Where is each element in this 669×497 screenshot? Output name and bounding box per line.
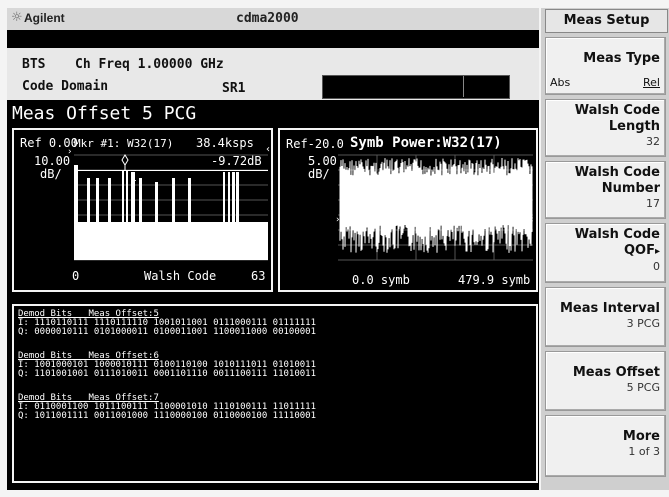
demod-q-bits: Q: 0000010111 0101000011 0100011001 1100… xyxy=(18,327,317,337)
meas-interval-value: 3 PCG xyxy=(626,317,660,330)
demod-block-6: Demod Bits Meas Offset:6 I: 1001000101 1… xyxy=(18,352,316,379)
walsh-number-value: 17 xyxy=(646,197,660,210)
left-scale: 10.00 xyxy=(34,154,71,168)
meas-type-label: Meas Type xyxy=(583,51,660,66)
meas-offset-value: 5 PCG xyxy=(626,381,660,394)
walsh-length-label1: Walsh Code xyxy=(574,103,660,118)
more-value: 1 of 3 xyxy=(628,445,660,458)
sun-icon: ☼ xyxy=(11,10,23,25)
svg-text:›: › xyxy=(336,215,340,225)
walsh-code-qof-softkey[interactable]: Walsh Code QOF▸ 0 xyxy=(545,223,666,283)
meas-interval-label: Meas Interval xyxy=(559,301,660,316)
x-axis-label: Walsh Code xyxy=(144,269,217,283)
walsh-length-value: 32 xyxy=(646,135,660,148)
marker-value: -9.72dB xyxy=(211,154,262,168)
marker-number: 1 xyxy=(130,171,137,184)
marker-readout: Mkr #1: W32(17) xyxy=(74,137,174,150)
meas-interval-softkey[interactable]: Meas Interval 3 PCG xyxy=(545,287,666,347)
right-scale: 5.00 xyxy=(308,154,337,168)
meas-offset-label: Meas Offset xyxy=(572,365,660,380)
menu-title: Meas Setup xyxy=(545,9,668,33)
left-unit: dB/ xyxy=(40,167,62,181)
more-softkey[interactable]: More 1 of 3 xyxy=(545,415,666,477)
meas-offset-softkey[interactable]: Meas Offset 5 PCG xyxy=(545,351,666,411)
info-code-domain: Code Domain xyxy=(22,79,109,94)
brand-name: Agilent xyxy=(24,11,65,25)
info-ch-freq: Ch Freq 1.00000 GHz xyxy=(75,57,224,72)
symbol-power-graph: › ‹ Ref-20.0 Symb Power:W32(17) 5.00 dB/… xyxy=(278,128,538,292)
symbol-rate: 38.4ksps xyxy=(196,136,254,150)
mode-title: cdma2000 xyxy=(236,11,299,26)
walsh-qof-label1: Walsh Code xyxy=(574,227,660,242)
walsh-number-label1: Walsh Code xyxy=(574,165,660,180)
svg-text:‹: ‹ xyxy=(266,144,270,155)
walsh-qof-label2: QOF xyxy=(623,243,655,258)
code-domain-graph: ‹ › Ref 0.00 Mkr #1: W32(17) 38.4ksps 10… xyxy=(12,128,273,292)
info-bts: BTS xyxy=(22,57,46,72)
x-axis-start: 0.0 symb xyxy=(352,273,410,287)
meas-type-rel: Rel xyxy=(643,76,660,89)
demod-bits-panel: Demod Bits Meas Offset:5 I: 1110110111 1… xyxy=(12,304,538,483)
walsh-qof-label2-row: QOF▸ xyxy=(551,243,660,260)
submenu-arrow-icon: ▸ xyxy=(654,246,660,257)
walsh-number-label2: Number xyxy=(601,181,660,196)
right-ref-label: Ref-20.0 xyxy=(286,137,344,151)
x-axis-start: 0 xyxy=(72,269,80,283)
meas-offset-title: Meas Offset 5 PCG xyxy=(12,103,197,124)
svg-text:‹: ‹ xyxy=(530,215,534,225)
demod-q-bits: Q: 1011001111 0011001000 1110000100 0110… xyxy=(18,411,317,421)
symbol-power-trace xyxy=(339,157,533,253)
meas-type-abs: Abs xyxy=(550,76,571,89)
right-unit: dB/ xyxy=(308,167,330,181)
walsh-code-number-softkey[interactable]: Walsh Code Number 17 xyxy=(545,161,666,219)
demod-q-bits: Q: 1101001001 0111010011 0001101110 0011… xyxy=(18,369,317,379)
meas-type-softkey[interactable]: Meas Type Abs Rel xyxy=(545,37,666,95)
status-meter-divider xyxy=(463,76,464,97)
more-label: More xyxy=(622,429,660,444)
info-sr: SR1 xyxy=(222,81,246,96)
demod-block-5: Demod Bits Meas Offset:5 I: 1110110111 1… xyxy=(18,310,316,337)
left-ref-label: Ref 0.00 xyxy=(20,136,78,150)
x-axis-end: 63 xyxy=(251,269,266,283)
walsh-length-label2: Length xyxy=(608,119,660,134)
status-meter xyxy=(322,75,510,99)
symb-power-title: Symb Power:W32(17) xyxy=(350,135,502,151)
walsh-qof-value: 0 xyxy=(653,260,660,273)
walsh-code-length-softkey[interactable]: Walsh Code Length 32 xyxy=(545,99,666,157)
demod-block-7: Demod Bits Meas Offset:7 I: 0110001100 1… xyxy=(18,394,316,421)
x-axis-end: 479.9 symb xyxy=(458,273,531,287)
